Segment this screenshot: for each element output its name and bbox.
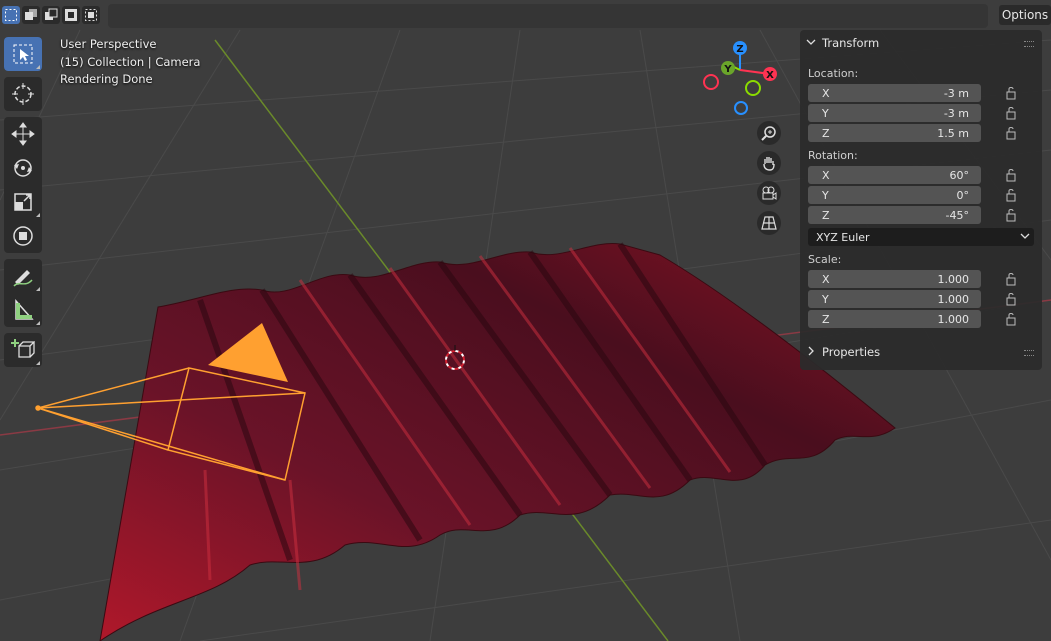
location-x-field[interactable]: X -3 m (808, 84, 981, 102)
field-value: -3 m (943, 86, 969, 100)
lock-icon[interactable] (1005, 292, 1019, 306)
rotation-label: Rotation: (808, 149, 858, 162)
lock-icon[interactable] (1005, 126, 1019, 140)
field-value: 0° (956, 188, 970, 202)
lock-icon[interactable] (1005, 312, 1019, 326)
rotation-x-field[interactable]: X 60° (808, 166, 981, 184)
add-cube-icon[interactable] (4, 333, 42, 367)
axis-label: Z (822, 312, 830, 326)
properties-panel-header[interactable]: Properties (806, 342, 1034, 362)
rotation-z-field[interactable]: Z -45° (808, 206, 981, 224)
select-mode-group (2, 6, 100, 24)
axis-label: Y (822, 106, 829, 120)
navigation-gizmo[interactable]: Z Y X (700, 38, 780, 118)
select-new-icon[interactable] (2, 6, 20, 24)
field-value: -45° (945, 208, 969, 222)
viewport-info: User Perspective (15) Collection | Camer… (60, 36, 200, 89)
view-label: User Perspective (60, 37, 157, 51)
lock-icon[interactable] (1005, 188, 1019, 202)
field-value: -3 m (943, 106, 969, 120)
transform-icon[interactable] (4, 219, 42, 253)
viewport-header: Options (0, 0, 1051, 30)
measure-icon[interactable] (4, 293, 42, 327)
perspective-grid-icon[interactable] (757, 211, 781, 235)
cursor-icon[interactable] (4, 77, 42, 111)
neg-z-handle[interactable] (734, 101, 748, 115)
pan-hand-icon[interactable] (757, 151, 781, 175)
field-value: 60° (949, 168, 970, 182)
scale-z-field[interactable]: Z 1.000 (808, 310, 981, 328)
x-axis-label: X (766, 70, 774, 81)
transform-title: Transform (822, 36, 880, 50)
neg-x-handle[interactable] (703, 74, 719, 90)
camera-view-icon[interactable] (757, 181, 781, 205)
rotation-y-field[interactable]: Y 0° (808, 186, 981, 204)
axis-label: Z (822, 126, 830, 140)
location-z-field[interactable]: Z 1.5 m (808, 124, 981, 142)
lock-icon[interactable] (1005, 86, 1019, 100)
lock-icon[interactable] (1005, 208, 1019, 222)
location-label: Location: (808, 67, 859, 80)
drag-handle-icon[interactable] (1024, 41, 1034, 47)
scale-icon[interactable] (4, 185, 42, 219)
annotate-icon[interactable] (4, 259, 42, 293)
transform-panel-header[interactable]: Transform (806, 33, 1034, 53)
axis-label: Z (822, 208, 830, 222)
axis-label: X (822, 272, 830, 286)
tool-shelf (4, 37, 42, 373)
options-button[interactable]: Options (999, 5, 1051, 25)
axis-label: X (822, 86, 830, 100)
axis-label: X (822, 168, 830, 182)
lock-icon[interactable] (1005, 168, 1019, 182)
select-box-icon[interactable] (4, 37, 42, 71)
chevron-down-icon (806, 36, 816, 50)
collection-label: (15) Collection | Camera (60, 54, 201, 69)
select-invert-icon[interactable] (62, 6, 80, 24)
field-value: 1.000 (937, 312, 970, 326)
scale-x-field[interactable]: X 1.000 (808, 270, 981, 288)
chevron-right-icon (806, 345, 816, 359)
zoom-icon[interactable] (757, 121, 781, 145)
render-status: Rendering Done (60, 72, 153, 86)
rotation-mode-value: XYZ Euler (816, 230, 870, 244)
location-y-field[interactable]: Y -3 m (808, 104, 981, 122)
field-value: 1.5 m (937, 126, 969, 140)
axis-label: Y (822, 188, 829, 202)
header-strip (108, 4, 988, 28)
rotation-mode-select[interactable]: XYZ Euler (808, 228, 1034, 246)
neg-y-handle[interactable] (745, 80, 761, 96)
z-axis-label: Z (736, 44, 743, 55)
field-value: 1.000 (937, 272, 970, 286)
drag-handle-icon[interactable] (1024, 350, 1034, 356)
sidebar-panel: Transform Location: X -3 m Y -3 m Z 1.5 m R… (800, 30, 1042, 370)
chevron-down-icon (1020, 231, 1030, 244)
field-value: 1.000 (937, 292, 970, 306)
lock-icon[interactable] (1005, 106, 1019, 120)
y-axis-label: Y (723, 64, 732, 75)
axis-label: Y (822, 292, 829, 306)
lock-icon[interactable] (1005, 272, 1019, 286)
scale-label: Scale: (808, 253, 842, 266)
select-extend-icon[interactable] (22, 6, 40, 24)
select-subtract-icon[interactable] (42, 6, 60, 24)
select-intersect-icon[interactable] (82, 6, 100, 24)
properties-title: Properties (822, 345, 881, 359)
scale-y-field[interactable]: Y 1.000 (808, 290, 981, 308)
move-icon[interactable] (4, 117, 42, 151)
rotate-icon[interactable] (4, 151, 42, 185)
